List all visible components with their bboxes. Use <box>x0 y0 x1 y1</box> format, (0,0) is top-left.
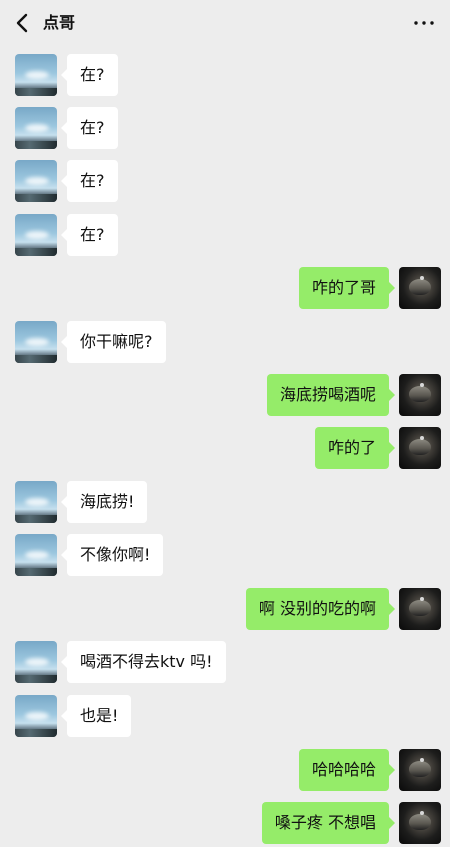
contact-avatar[interactable] <box>15 534 57 576</box>
chat-messages: 在? 在? 在? 在? 咋的了哥 你干嘛呢? 海底捞喝酒呢 咋的了 海底捞! 不… <box>0 46 450 847</box>
incoming-message-bubble: 海底捞! <box>60 481 148 523</box>
incoming-message-bubble: 在? <box>61 54 118 96</box>
user-avatar[interactable] <box>399 749 441 791</box>
message-row: 哈哈哈哈 <box>0 749 450 791</box>
incoming-message-bubble: 你干嘛呢? <box>61 321 166 363</box>
chevron-left-icon[interactable] <box>13 12 31 34</box>
message-row: 不像你啊! <box>0 534 450 576</box>
contact-avatar[interactable] <box>15 641 57 683</box>
message-row: 咋的了哥 <box>0 267 450 309</box>
outgoing-message-bubble: 海底捞喝酒呢 <box>266 374 396 416</box>
user-avatar[interactable] <box>399 427 441 469</box>
contact-avatar[interactable] <box>15 107 57 149</box>
message-row: 海底捞! <box>0 481 450 523</box>
message-row: 海底捞喝酒呢 <box>0 374 450 416</box>
incoming-message-bubble: 喝酒不得去ktv 吗! <box>61 641 226 683</box>
message-row: 也是! <box>0 695 450 737</box>
incoming-message-bubble: 在? <box>61 107 118 149</box>
contact-avatar[interactable] <box>15 695 57 737</box>
incoming-message-bubble: 不像你啊! <box>60 534 164 576</box>
message-row: 在? <box>0 214 450 256</box>
contact-avatar[interactable] <box>15 160 57 202</box>
outgoing-message-bubble: 咋的了哥 <box>298 267 396 309</box>
message-row: 嗓子疼 不想唱 <box>0 802 450 844</box>
message-row: 咋的了 <box>0 427 450 469</box>
contact-avatar[interactable] <box>15 54 57 96</box>
user-avatar[interactable] <box>399 267 441 309</box>
message-row: 在? <box>0 160 450 202</box>
outgoing-message-bubble: 啊 没别的吃的啊 <box>245 588 396 630</box>
contact-avatar[interactable] <box>15 481 57 523</box>
message-row: 喝酒不得去ktv 吗! <box>0 641 450 683</box>
incoming-message-bubble: 也是! <box>60 695 132 737</box>
outgoing-message-bubble: 咋的了 <box>314 427 396 469</box>
message-row: 在? <box>0 107 450 149</box>
contact-avatar[interactable] <box>15 321 57 363</box>
incoming-message-bubble: 在? <box>61 160 118 202</box>
more-icon[interactable] <box>412 15 436 31</box>
outgoing-message-bubble: 嗓子疼 不想唱 <box>261 802 396 844</box>
chat-title: 点哥 <box>43 13 76 32</box>
chat-header: 点哥 <box>0 0 450 46</box>
user-avatar[interactable] <box>399 374 441 416</box>
user-avatar[interactable] <box>399 588 441 630</box>
message-row: 啊 没别的吃的啊 <box>0 588 450 630</box>
outgoing-message-bubble: 哈哈哈哈 <box>298 749 396 791</box>
user-avatar[interactable] <box>399 802 441 844</box>
incoming-message-bubble: 在? <box>61 214 118 256</box>
contact-avatar[interactable] <box>15 214 57 256</box>
message-row: 在? <box>0 54 450 96</box>
message-row: 你干嘛呢? <box>0 321 450 363</box>
